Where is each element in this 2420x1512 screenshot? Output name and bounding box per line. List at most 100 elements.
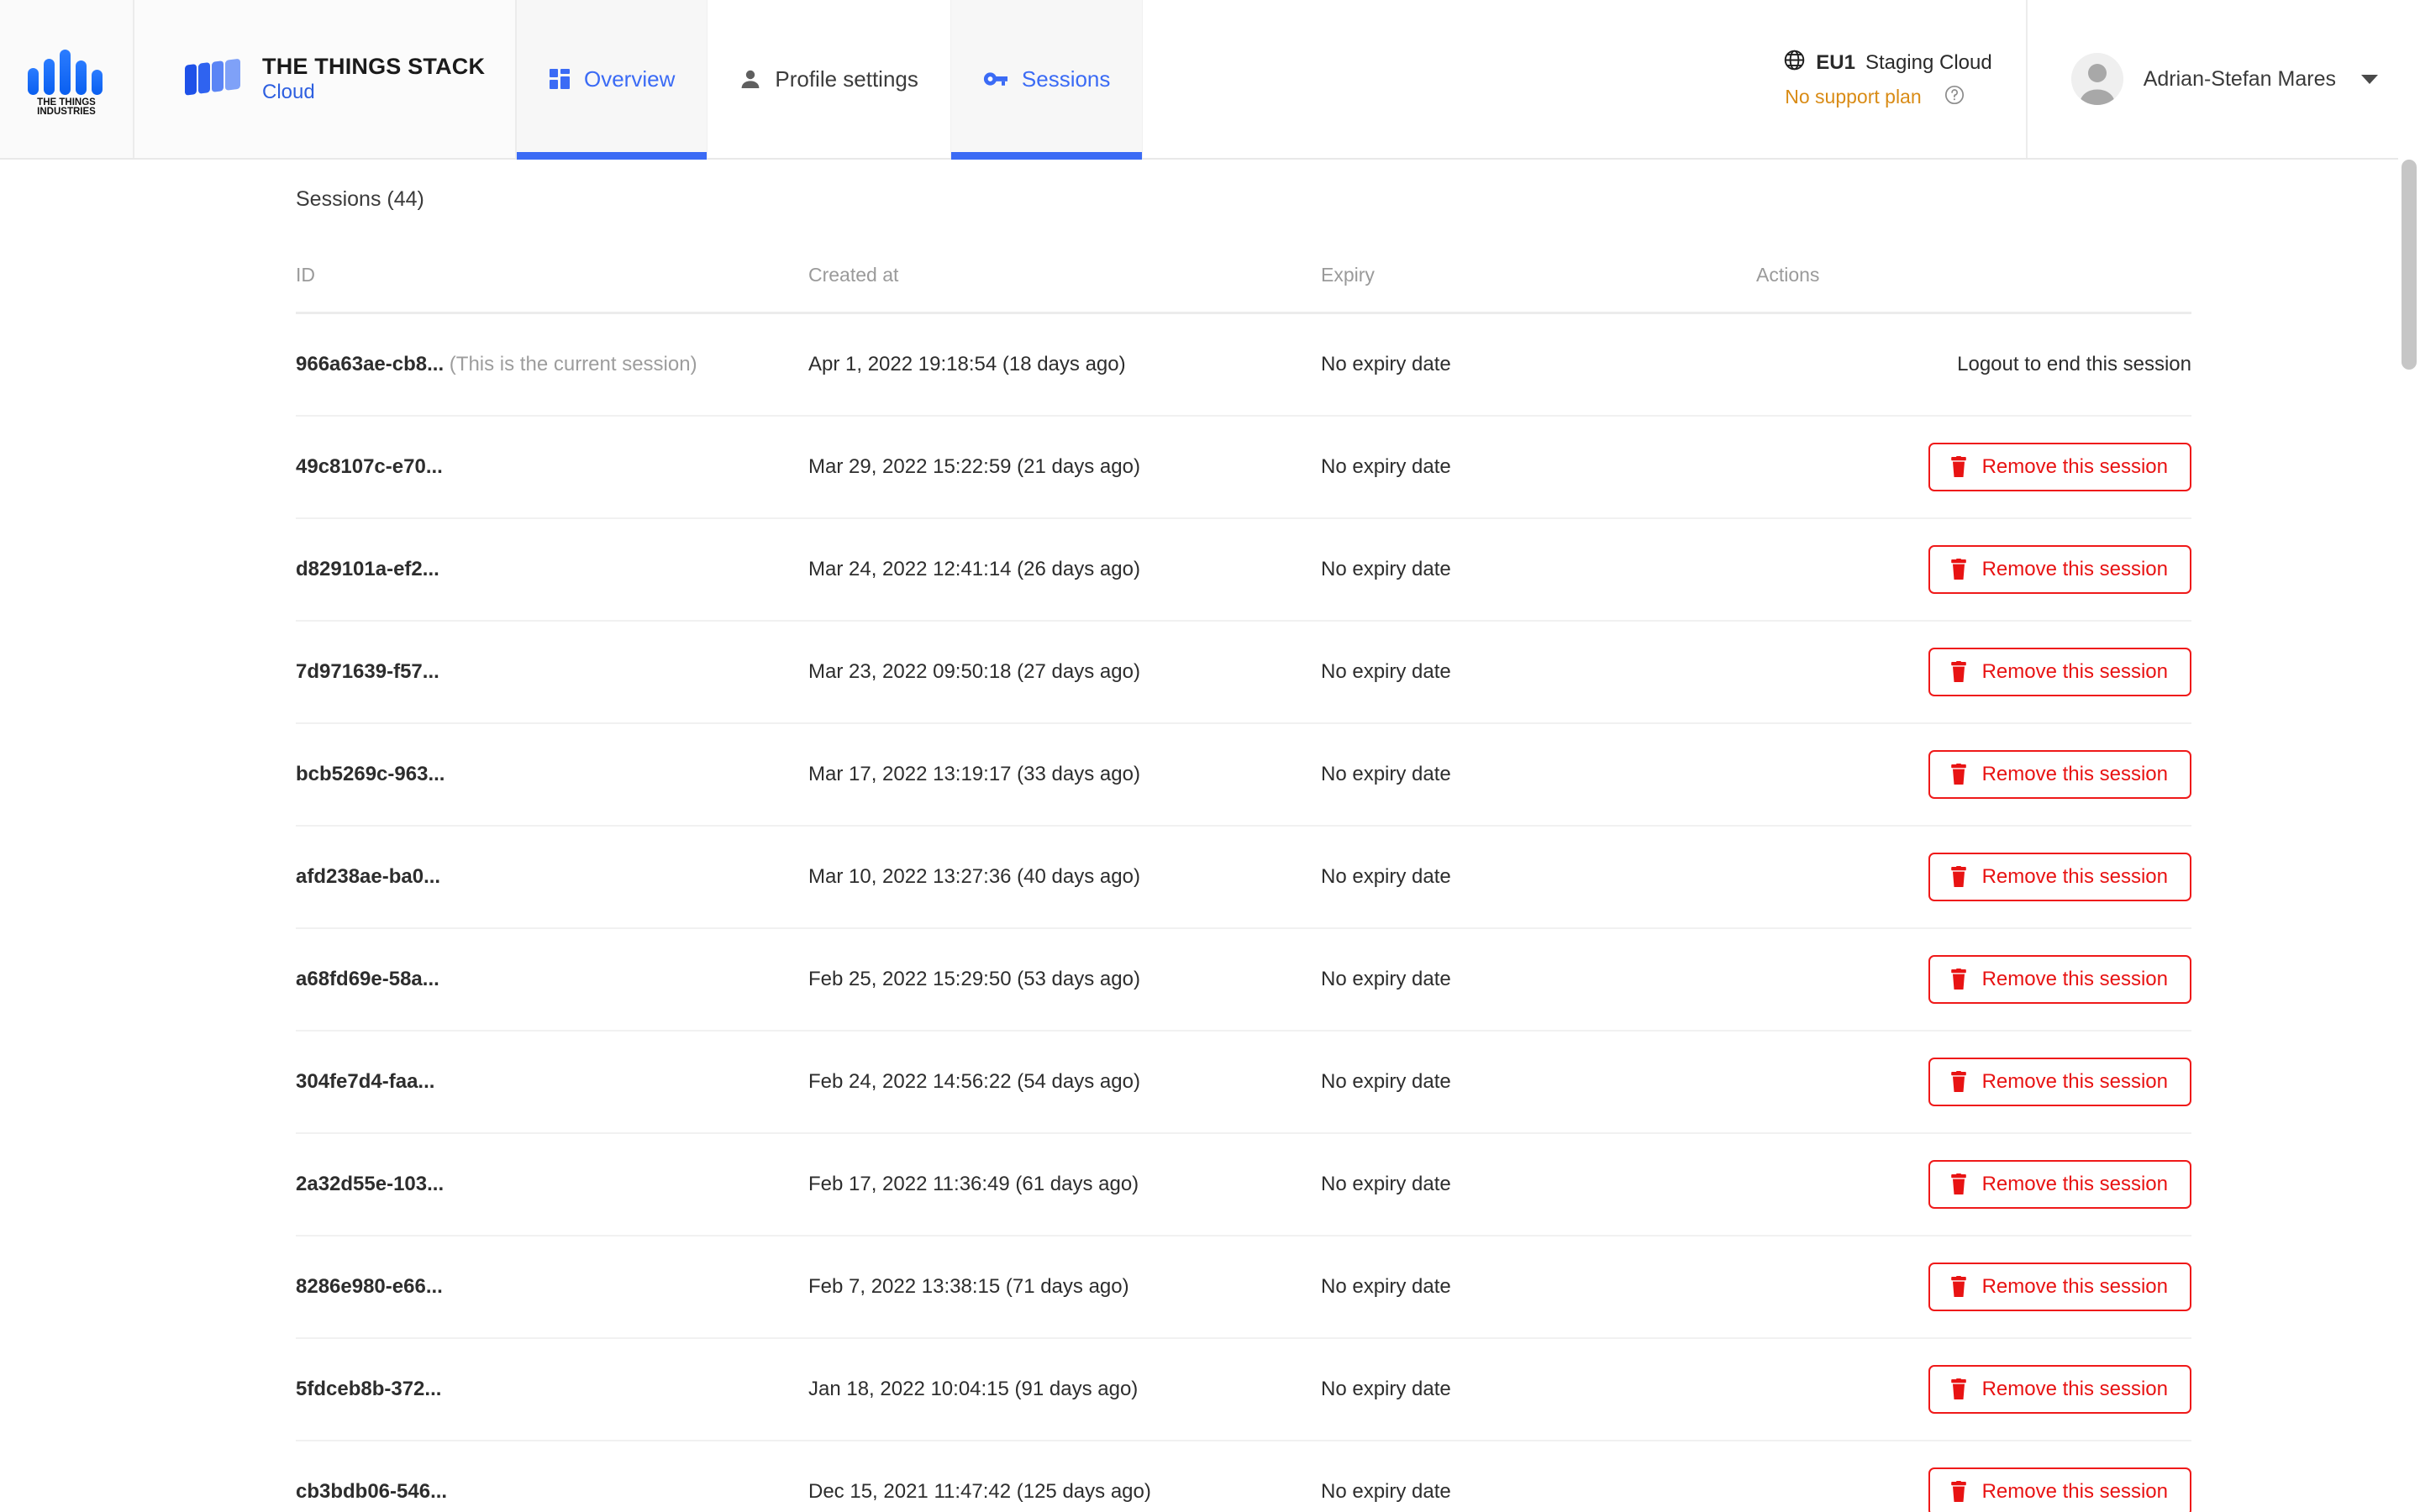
cluster-region-code: EU1 bbox=[1816, 51, 1855, 75]
tab-sessions-label: Sessions bbox=[1022, 66, 1111, 92]
remove-session-label: Remove this session bbox=[1982, 867, 2168, 887]
session-id: bcb5269c-963... bbox=[296, 763, 445, 785]
trash-icon bbox=[1949, 661, 1969, 683]
trash-icon bbox=[1949, 1378, 1969, 1400]
session-actions-cell: Remove this session bbox=[1756, 416, 2191, 518]
session-id: afd238ae-ba0... bbox=[296, 865, 440, 888]
key-icon bbox=[983, 68, 1008, 90]
remove-session-button[interactable]: Remove this session bbox=[1928, 443, 2191, 491]
header-spacer bbox=[1143, 0, 1783, 158]
remove-session-label: Remove this session bbox=[1982, 1174, 2168, 1194]
session-created-at-cell: Apr 1, 2022 19:18:54 (18 days ago) bbox=[808, 313, 1321, 416]
chevron-down-icon[interactable] bbox=[2361, 75, 2378, 84]
remove-session-label: Remove this session bbox=[1982, 1072, 2168, 1092]
table-row: 8286e980-e66... Feb 7, 2022 13:38:15 (71 … bbox=[296, 1236, 2191, 1338]
page-scrollbar-track[interactable] bbox=[2398, 0, 2420, 1512]
session-id-cell: 5fdceb8b-372... bbox=[296, 1338, 808, 1441]
session-actions-cell: Remove this session bbox=[1756, 1441, 2191, 1512]
session-expiry-cell: No expiry date bbox=[1321, 313, 1756, 416]
support-plan-label[interactable]: No support plan bbox=[1785, 86, 1921, 108]
session-created-at-cell: Feb 25, 2022 15:29:50 (53 days ago) bbox=[808, 928, 1321, 1031]
table-row: d829101a-ef2...Mar 24, 2022 12:41:14 (26… bbox=[296, 518, 2191, 621]
avatar-placeholder-icon bbox=[2071, 53, 2123, 105]
remove-session-label: Remove this session bbox=[1982, 1379, 2168, 1399]
tab-sessions[interactable]: Sessions bbox=[951, 0, 1144, 158]
session-id-cell: 7d971639-f57... bbox=[296, 621, 808, 723]
remove-session-button[interactable]: Remove this session bbox=[1928, 1160, 2191, 1209]
column-header-expiry: Expiry bbox=[1321, 212, 1756, 313]
session-id-cell: 304fe7d4-faa... bbox=[296, 1031, 808, 1133]
column-header-actions: Actions bbox=[1756, 212, 2191, 313]
trash-icon bbox=[1949, 866, 1969, 888]
trash-icon bbox=[1949, 1071, 1969, 1093]
product-title: THE THINGS STACK bbox=[262, 54, 485, 79]
remove-session-button[interactable]: Remove this session bbox=[1928, 853, 2191, 901]
table-row: 2a32d55e-103... Feb 17, 2022 11:36:49 (61… bbox=[296, 1133, 2191, 1236]
session-id: 2a32d55e-103... bbox=[296, 1173, 444, 1195]
user-menu[interactable]: Adrian-Stefan Mares bbox=[2028, 0, 2420, 158]
sessions-table-body: 966a63ae-cb8... (This is the current ses… bbox=[296, 313, 2191, 1512]
page-scrollbar-thumb[interactable] bbox=[2402, 160, 2417, 370]
session-expiry-cell: No expiry date bbox=[1321, 1133, 1756, 1236]
product-logo-block[interactable]: THE THINGS STACK Cloud bbox=[134, 0, 517, 158]
tti-logo-block[interactable]: THE THINGS INDUSTRIES bbox=[0, 0, 134, 158]
remove-session-button[interactable]: Remove this session bbox=[1928, 750, 2191, 799]
tab-overview[interactable]: Overview bbox=[517, 0, 708, 158]
table-row: afd238ae-ba0...Mar 10, 2022 13:27:36 (40… bbox=[296, 826, 2191, 928]
tab-profile-settings[interactable]: Profile settings bbox=[708, 0, 951, 158]
session-id-cell: 966a63ae-cb8... (This is the current ses… bbox=[296, 313, 808, 416]
session-expiry-cell: No expiry date bbox=[1321, 621, 1756, 723]
grid-icon bbox=[549, 68, 571, 90]
tab-overview-label: Overview bbox=[584, 66, 675, 92]
session-created-at-cell: Feb 7, 2022 13:38:15 (71 days ago) bbox=[808, 1236, 1321, 1338]
session-id-cell: cb3bdb06-546... bbox=[296, 1441, 808, 1512]
session-id-cell: a68fd69e-58a... bbox=[296, 928, 808, 1031]
remove-session-button[interactable]: Remove this session bbox=[1928, 955, 2191, 1004]
session-id: 5fdceb8b-372... bbox=[296, 1378, 441, 1400]
table-row: 304fe7d4-faa... Feb 24, 2022 14:56:22 (54… bbox=[296, 1031, 2191, 1133]
remove-session-label: Remove this session bbox=[1982, 1277, 2168, 1297]
session-id: 8286e980-e66... bbox=[296, 1275, 443, 1298]
remove-session-button[interactable]: Remove this session bbox=[1928, 648, 2191, 696]
support-plan-row: No support plan bbox=[1783, 84, 1991, 110]
person-icon bbox=[739, 68, 761, 90]
things-stack-mark-icon bbox=[183, 55, 245, 102]
session-id: 304fe7d4-faa... bbox=[296, 1070, 434, 1093]
session-id: 966a63ae-cb8... bbox=[296, 353, 444, 375]
remove-session-button[interactable]: Remove this session bbox=[1928, 1058, 2191, 1106]
remove-session-button[interactable]: Remove this session bbox=[1928, 1365, 2191, 1414]
remove-session-button[interactable]: Remove this session bbox=[1928, 1467, 2191, 1512]
session-expiry-cell: No expiry date bbox=[1321, 1441, 1756, 1512]
remove-session-label: Remove this session bbox=[1982, 662, 2168, 682]
session-id-cell: 8286e980-e66... bbox=[296, 1236, 808, 1338]
remove-session-label: Remove this session bbox=[1982, 457, 2168, 477]
sessions-table: ID Created at Expiry Actions 966a63ae-cb… bbox=[296, 212, 2191, 1512]
remove-session-label: Remove this session bbox=[1982, 764, 2168, 785]
session-created-at-cell: Feb 24, 2022 14:56:22 (54 days ago) bbox=[808, 1031, 1321, 1133]
logout-to-end-session-note: Logout to end this session bbox=[1957, 353, 2191, 375]
session-id: 7d971639-f57... bbox=[296, 660, 439, 683]
session-created-at-cell: Mar 17, 2022 13:19:17 (33 days ago) bbox=[808, 723, 1321, 826]
remove-session-button[interactable]: Remove this session bbox=[1928, 545, 2191, 594]
session-created-at-cell: Feb 17, 2022 11:36:49 (61 days ago) bbox=[808, 1133, 1321, 1236]
product-edition: Cloud bbox=[262, 81, 485, 104]
trash-icon bbox=[1949, 969, 1969, 990]
session-expiry-cell: No expiry date bbox=[1321, 928, 1756, 1031]
remove-session-button[interactable]: Remove this session bbox=[1928, 1263, 2191, 1311]
session-id-cell: 49c8107c-e70... bbox=[296, 416, 808, 518]
session-id: d829101a-ef2... bbox=[296, 558, 439, 580]
table-row: bcb5269c-963... Mar 17, 2022 13:19:17 (33… bbox=[296, 723, 2191, 826]
sessions-table-head: ID Created at Expiry Actions bbox=[296, 212, 2191, 313]
the-things-industries-logo-icon: THE THINGS INDUSTRIES bbox=[23, 43, 110, 115]
table-row: 5fdceb8b-372...Jan 18, 2022 10:04:15 (91… bbox=[296, 1338, 2191, 1441]
session-expiry-cell: No expiry date bbox=[1321, 1031, 1756, 1133]
question-circle-icon[interactable] bbox=[1944, 84, 1965, 110]
session-actions-cell: Remove this session bbox=[1756, 1338, 2191, 1441]
table-row: cb3bdb06-546...Dec 15, 2021 11:47:42 (12… bbox=[296, 1441, 2191, 1512]
session-actions-cell: Remove this session bbox=[1756, 1031, 2191, 1133]
trash-icon bbox=[1949, 1173, 1969, 1195]
avatar bbox=[2071, 53, 2123, 105]
session-expiry-cell: No expiry date bbox=[1321, 723, 1756, 826]
column-header-created: Created at bbox=[808, 212, 1321, 313]
cluster-region-row: EU1 Staging Cloud bbox=[1783, 49, 1991, 77]
